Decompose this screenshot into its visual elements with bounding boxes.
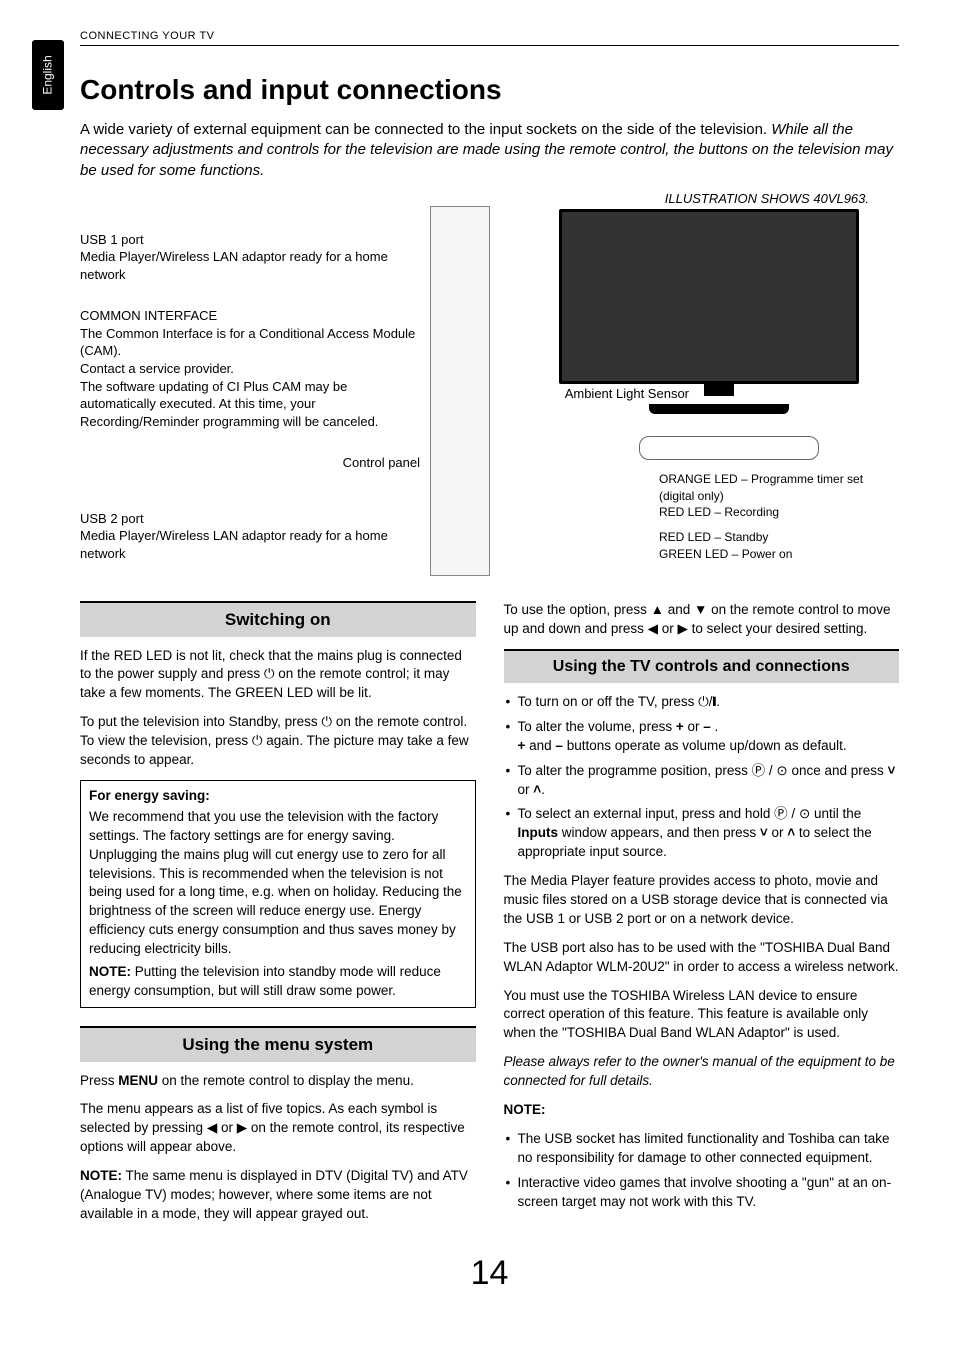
menu-p2: The menu appears as a list of five topic… [80, 1100, 476, 1157]
switching-p1: If the RED LED is not lit, check that th… [80, 647, 476, 704]
common-interface-title: COMMON INTERFACE [80, 307, 420, 325]
bullet-external-input: To select an external input, press and h… [504, 805, 900, 862]
right-top-paragraph: To use the option, press ▲ and ▼ on the … [504, 601, 900, 639]
page-content: CONNECTING YOUR TV Controls and input co… [0, 0, 954, 1313]
refer-manual-paragraph: Please always refer to the owner's manua… [504, 1053, 900, 1091]
usb1-title: USB 1 port [80, 231, 420, 249]
usb2-title: USB 2 port [80, 510, 420, 528]
tv-indicator-bar [639, 436, 819, 460]
bullet-power: To turn on or off the TV, press ⏻/❙. [504, 693, 900, 712]
illustration-caption: ILLUSTRATION SHOWS 40VL963. [665, 191, 869, 206]
up-caret-icon: ˄ [533, 782, 541, 797]
language-label: English [41, 55, 55, 94]
left-arrow-icon: ◀ [648, 621, 658, 636]
led-green: GREEN LED – Power on [659, 546, 899, 563]
note-bullets: The USB socket has limited functionality… [504, 1130, 900, 1212]
diagram-area: ILLUSTRATION SHOWS 40VL963. USB 1 port M… [80, 191, 899, 581]
input-icon: ⊙ [799, 805, 810, 824]
switching-on-heading: Switching on [80, 601, 476, 637]
menu-system-heading: Using the menu system [80, 1026, 476, 1062]
control-panel-label: Control panel [80, 454, 420, 472]
header-section-title: CONNECTING YOUR TV [80, 30, 899, 46]
left-arrow-icon: ◀ [207, 1120, 217, 1135]
tv-screen-icon [559, 209, 859, 384]
tv-neck-icon [704, 384, 734, 396]
note-games: Interactive video games that involve sho… [504, 1174, 900, 1212]
media-player-paragraph: The Media Player feature provides access… [504, 872, 900, 929]
p-icon: Ⓟ [752, 762, 766, 781]
bullet-programme: To alter the programme position, press Ⓟ… [504, 762, 900, 800]
intro-plain: A wide variety of external equipment can… [80, 121, 767, 138]
controls-bullets: To turn on or off the TV, press ⏻/❙. To … [504, 693, 900, 862]
page-title: Controls and input connections [80, 74, 899, 106]
down-caret-icon: ˅ [888, 763, 896, 778]
right-arrow-icon: ▶ [237, 1120, 247, 1135]
language-tab: English [32, 40, 64, 110]
bullet-volume: To alter the volume, press + or – . + an… [504, 718, 900, 756]
down-caret-icon: ˅ [760, 825, 768, 840]
right-column: To use the option, press ▲ and ▼ on the … [504, 601, 900, 1234]
tv-stand-icon [649, 404, 789, 414]
right-arrow-icon: ▶ [678, 621, 688, 636]
up-caret-icon: ˄ [787, 825, 795, 840]
power-bar-icon: ⏻/❙ [698, 693, 716, 712]
led-red-rec: RED LED – Recording [659, 504, 899, 521]
energy-note: NOTE: Putting the television into standb… [89, 963, 467, 1001]
intro-paragraph: A wide variety of external equipment can… [80, 120, 899, 181]
left-column: Switching on If the RED LED is not lit, … [80, 601, 476, 1234]
tv-side-panel-graphic [430, 206, 490, 576]
tv-controls-heading: Using the TV controls and connections [504, 649, 900, 683]
usb1-desc: Media Player/Wireless LAN adaptor ready … [80, 248, 420, 283]
ambient-sensor-label: Ambient Light Sensor [565, 386, 689, 401]
menu-p1: Press MENU on the remote control to disp… [80, 1072, 476, 1091]
up-arrow-icon: ▲ [651, 602, 664, 617]
switching-p2: To put the television into Standby, pres… [80, 713, 476, 770]
two-column-body: Switching on If the RED LED is not lit, … [80, 601, 899, 1234]
wlan-device-paragraph: You must use the TOSHIBA Wireless LAN de… [504, 987, 900, 1044]
energy-title: For energy saving: [89, 787, 467, 806]
energy-body: We recommend that you use the television… [89, 808, 467, 959]
note-usb: The USB socket has limited functionality… [504, 1130, 900, 1168]
led-labels: ORANGE LED – Programme timer set (digita… [659, 471, 899, 563]
port-labels: USB 1 port Media Player/Wireless LAN ada… [80, 191, 420, 587]
led-red-standby: RED LED – Standby [659, 529, 899, 546]
power-icon: ⏻ [264, 665, 275, 684]
led-orange: ORANGE LED – Programme timer set (digita… [659, 471, 899, 505]
common-interface-desc: The Common Interface is for a Conditiona… [80, 325, 420, 430]
usb2-desc: Media Player/Wireless LAN adaptor ready … [80, 527, 420, 562]
menu-note: NOTE: The same menu is displayed in DTV … [80, 1167, 476, 1224]
power-icon: ⏻ [252, 732, 263, 751]
energy-saving-box: For energy saving: We recommend that you… [80, 780, 476, 1008]
p-icon: Ⓟ [774, 805, 788, 824]
page-number: 14 [80, 1254, 899, 1293]
power-icon: ⏻ [321, 713, 332, 732]
down-arrow-icon: ▼ [694, 602, 707, 617]
note-label: NOTE: [504, 1101, 900, 1120]
input-icon: ⊙ [776, 762, 787, 781]
usb-wlan-paragraph: The USB port also has to be used with th… [504, 939, 900, 977]
